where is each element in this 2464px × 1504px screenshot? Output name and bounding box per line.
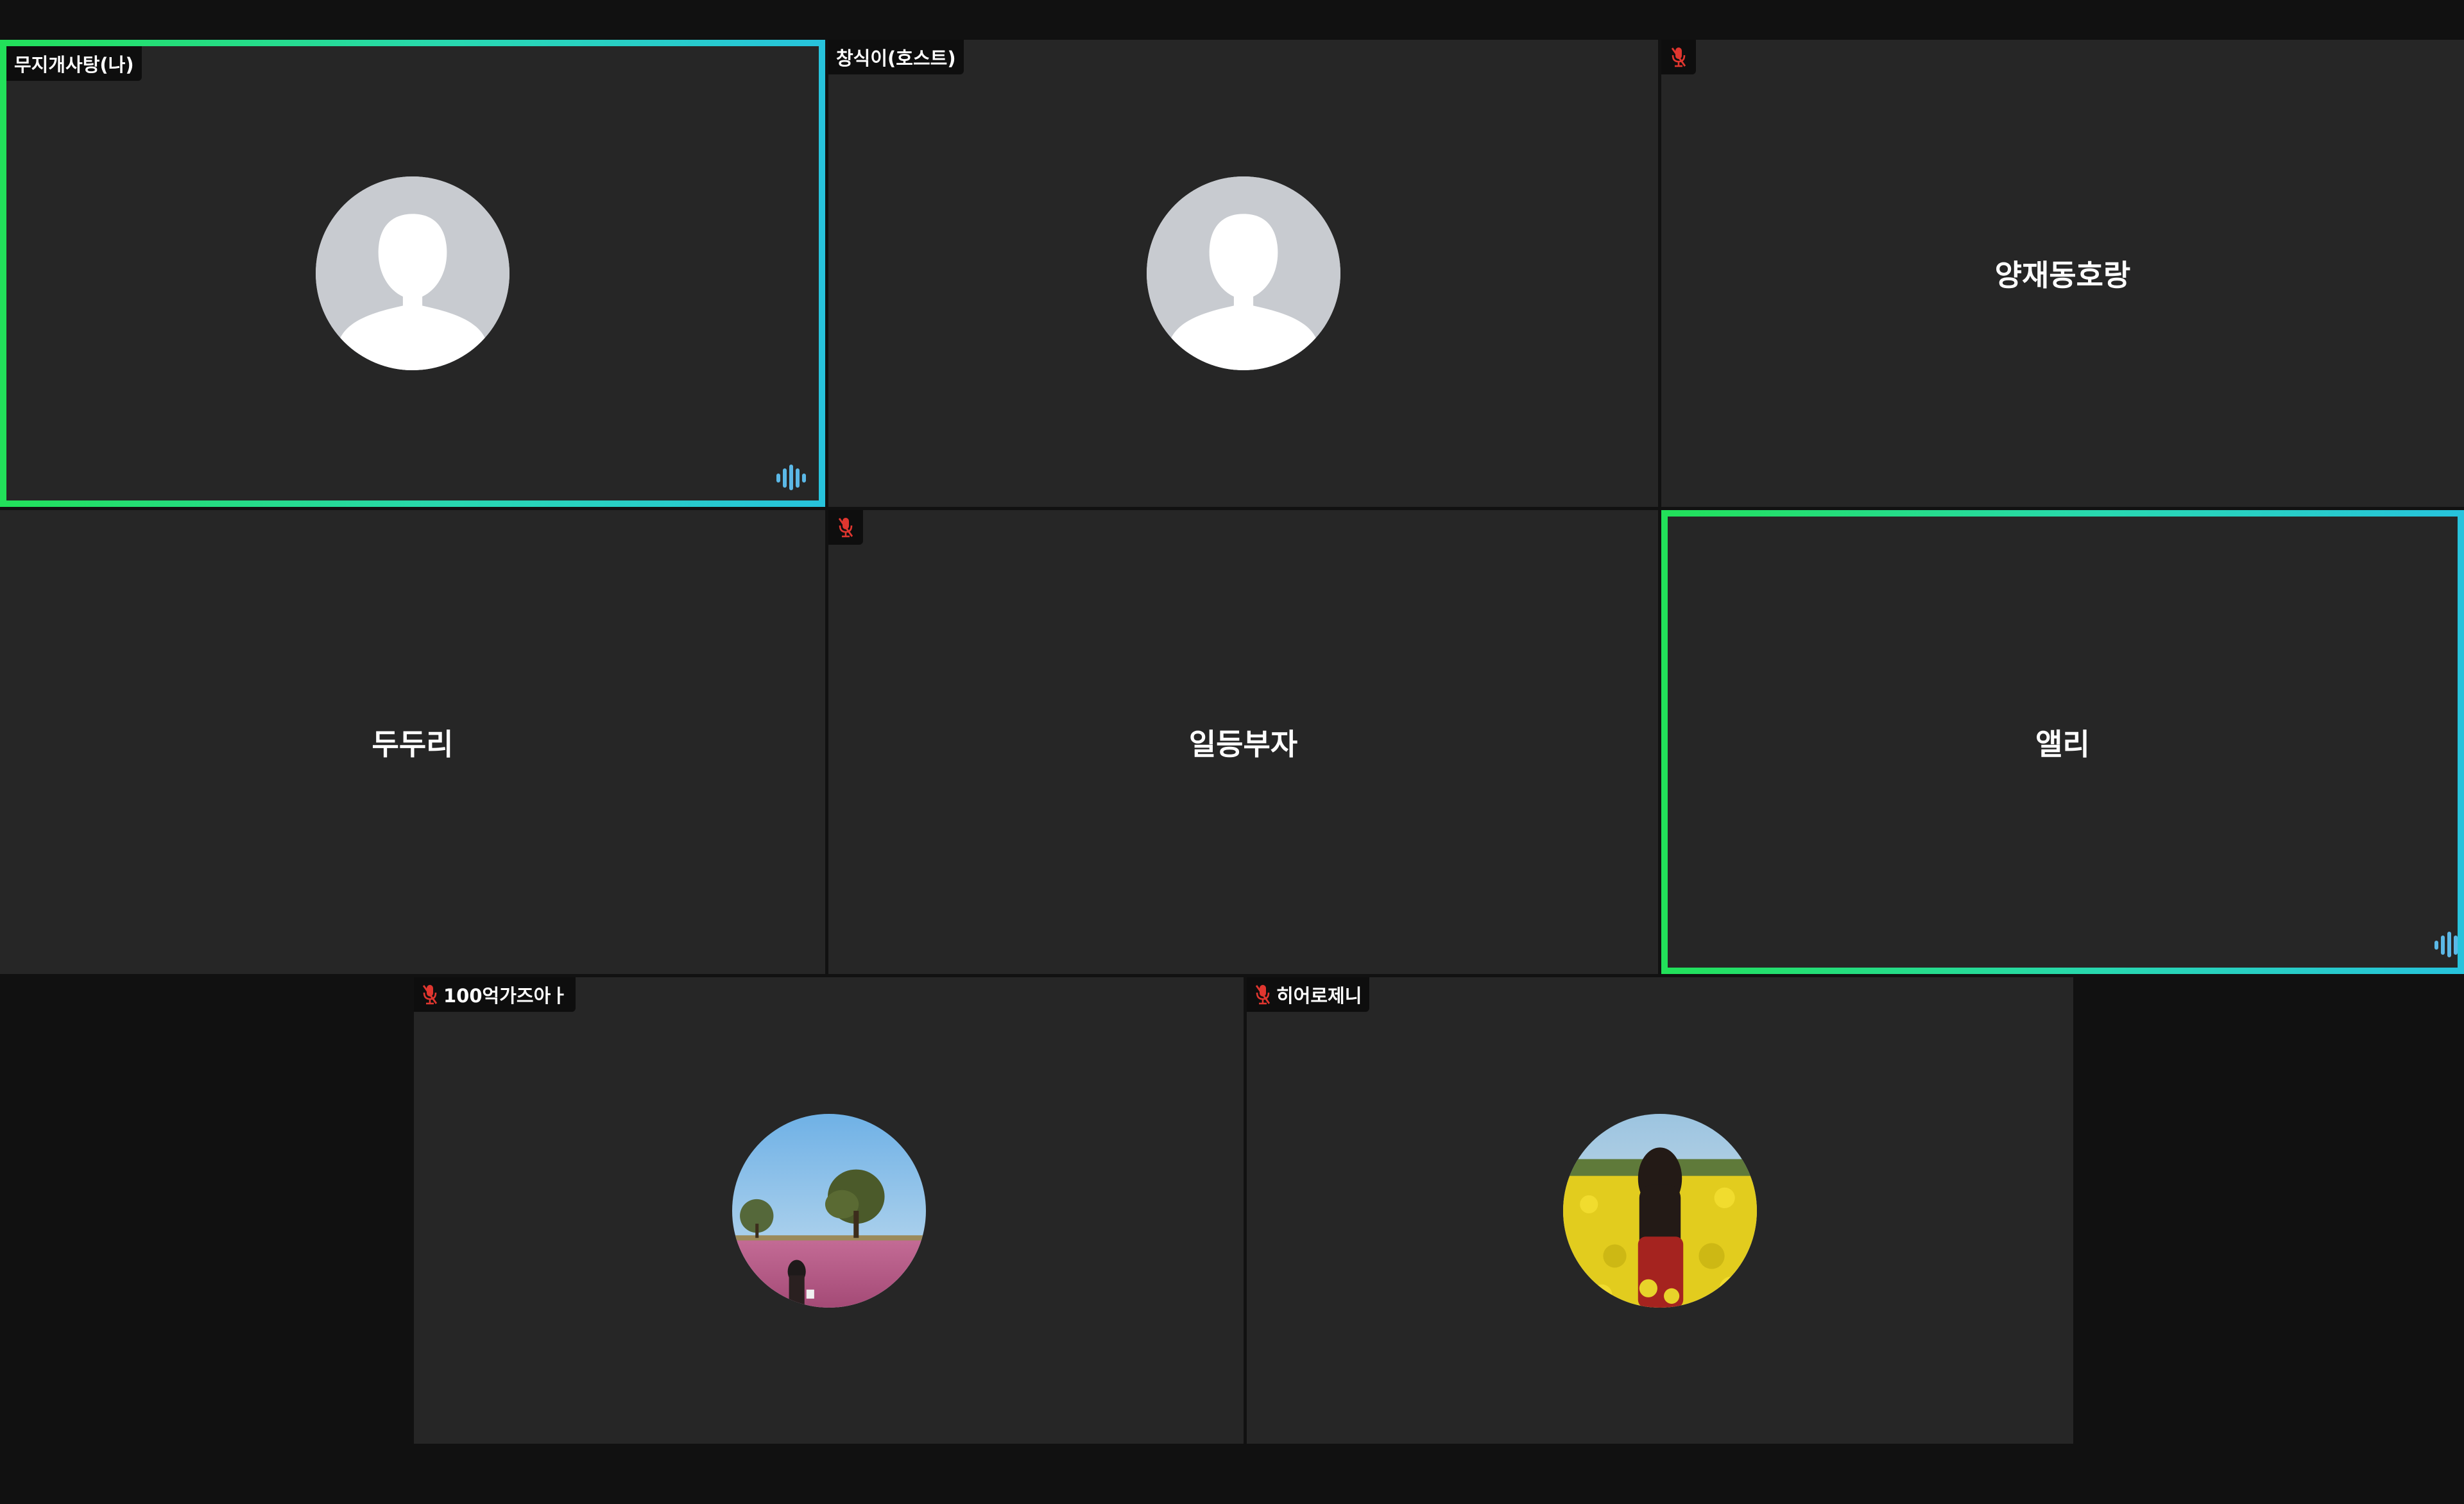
microphone-muted-icon	[1254, 984, 1271, 1005]
mute-badge	[1661, 40, 1696, 74]
participant-tile-4[interactable]: 두두리	[0, 510, 825, 974]
participant-name-tag: 창식이(호스트)	[828, 40, 964, 74]
yellow-field-photo	[1563, 1113, 1757, 1308]
participant-display-name: 두두리	[372, 726, 454, 762]
person-silhouette-icon	[1147, 176, 1340, 370]
participant-tile-host[interactable]: 창식이(호스트)	[828, 40, 1658, 507]
participant-tile-5[interactable]: 일등부자	[828, 510, 1658, 974]
photo-avatar	[732, 1113, 926, 1308]
microphone-muted-icon	[422, 984, 438, 1005]
photo-avatar	[1563, 1113, 1757, 1308]
participant-name-tag: 히어로제니	[1247, 977, 1370, 1012]
participant-name: 100억가즈아ㅏ	[443, 985, 568, 1007]
participant-name: 히어로제니	[1276, 985, 1362, 1007]
default-avatar	[316, 176, 509, 370]
participant-tile-7[interactable]: 100억가즈아ㅏ	[414, 977, 1244, 1444]
participant-name: 무지개사탕(나)	[14, 54, 134, 76]
participant-display-name: 양재동호랑	[1994, 258, 2131, 293]
participant-tile-6[interactable]: 앨리	[1661, 510, 2464, 974]
person-silhouette-icon	[316, 176, 509, 370]
mute-badge	[828, 510, 863, 545]
microphone-muted-icon	[837, 517, 854, 538]
pink-field-photo	[732, 1113, 926, 1308]
participant-tile-8[interactable]: 히어로제니	[1247, 977, 2073, 1444]
participant-tile-self[interactable]: 무지개사탕(나)	[0, 40, 825, 507]
microphone-muted-icon	[1670, 46, 1687, 68]
default-avatar	[1146, 176, 1340, 370]
participant-tile-3[interactable]: 양재동호랑	[1661, 40, 2464, 507]
audio-level-icon	[2433, 930, 2464, 959]
participant-name-tag: 무지개사탕(나)	[6, 46, 142, 81]
audio-level-icon	[775, 463, 809, 491]
video-grid: 무지개사탕(나) 창식이(호스트) 양재동호랑 두두리 일등부자 앨리 100억…	[0, 0, 2464, 1504]
participant-display-name: 앨리	[2035, 726, 2090, 762]
participant-name-tag: 100억가즈아ㅏ	[414, 977, 576, 1012]
participant-name: 창식이(호스트)	[836, 47, 956, 69]
participant-display-name: 일등부자	[1188, 726, 1298, 762]
